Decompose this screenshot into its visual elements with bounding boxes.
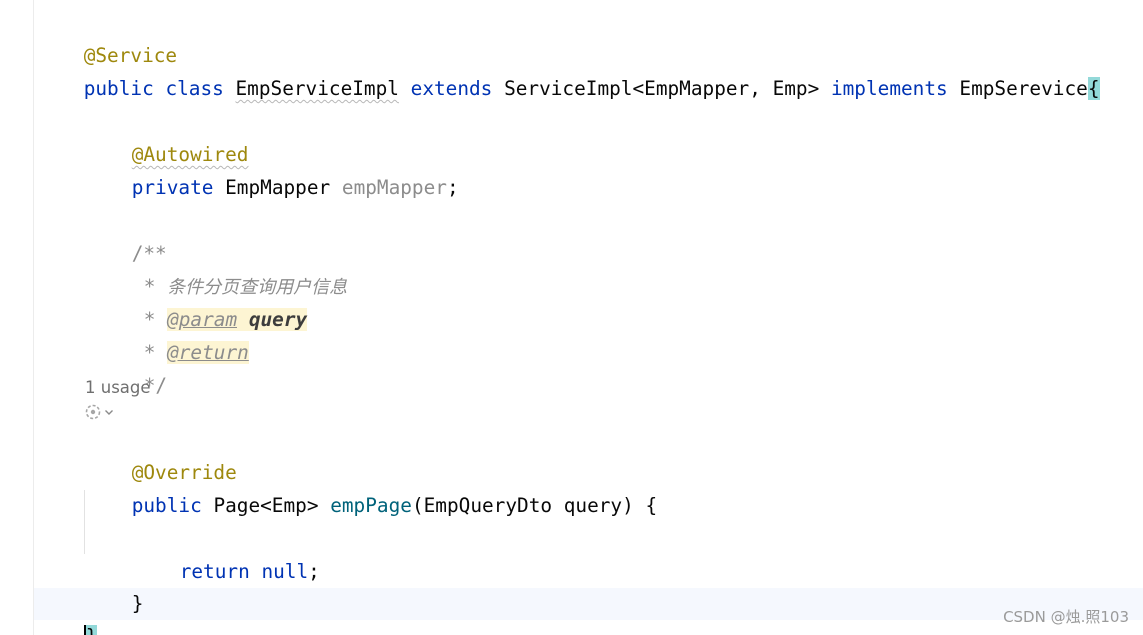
code-line-class-declaration[interactable]: public class EmpServiceImpl extends Serv…	[37, 41, 1100, 100]
method-close-signature: ) {	[622, 494, 658, 517]
class-close-brace-caret: }	[83, 625, 98, 635]
method-name: empPage	[330, 494, 412, 517]
field-type: EmpMapper	[225, 176, 331, 199]
field-name: empMapper	[341, 176, 447, 199]
keyword-extends: extends	[410, 77, 493, 100]
javadoc-param-name: query	[248, 308, 308, 331]
csdn-watermark: CSDN @烛.照103	[1003, 608, 1129, 626]
keyword-null: null	[261, 560, 309, 583]
usage-hint[interactable]: 1 usage	[85, 376, 151, 400]
current-line-highlight	[34, 588, 1143, 620]
keyword-public: public	[83, 77, 154, 100]
gutter-divider	[33, 0, 34, 635]
javadoc-description-line[interactable]: * 条件分页查询用户信息	[97, 239, 347, 298]
class-open-brace: {	[1087, 77, 1100, 100]
keyword-public: public	[131, 494, 202, 517]
keyword-private: private	[131, 176, 214, 199]
javadoc-return-line[interactable]: * @return	[97, 305, 249, 364]
javadoc-close[interactable]: */	[97, 338, 167, 397]
code-line-annotation-override[interactable]: @Override	[85, 425, 237, 484]
field-semicolon: ;	[446, 176, 459, 199]
code-line-method-signature[interactable]: public Page<Emp> empPage(EmpQueryDto que…	[85, 458, 657, 517]
javadoc-param-line[interactable]: * @param query	[97, 272, 308, 331]
code-editor[interactable]: @Service public class EmpServiceImpl ext…	[0, 0, 1143, 635]
code-line-field-declaration[interactable]: private EmpMapper empMapper;	[85, 140, 459, 199]
git-author-icon	[85, 404, 101, 420]
code-line-method-close[interactable]: }	[85, 556, 144, 615]
class-name: EmpServiceImpl	[235, 77, 399, 100]
param-name: query	[563, 494, 623, 517]
code-line-annotation-service[interactable]: @Service	[37, 8, 177, 67]
code-line-annotation-autowired[interactable]: @Autowired	[85, 107, 249, 166]
code-line-class-close[interactable]: }	[37, 589, 98, 635]
method-open-paren: (	[411, 494, 424, 517]
return-semicolon: ;	[308, 560, 320, 583]
super-type: ServiceImpl<EmpMapper, Emp>	[504, 77, 820, 100]
interface-name: EmpSerevice	[959, 77, 1088, 100]
keyword-implements: implements	[830, 77, 948, 100]
keyword-return: return	[179, 560, 250, 583]
javadoc-return-tag: @return	[167, 341, 249, 364]
javadoc-open[interactable]: /**	[85, 206, 167, 265]
keyword-class: class	[165, 77, 224, 100]
chevron-down-icon	[105, 410, 113, 415]
code-line-return-statement[interactable]: return null;	[133, 524, 320, 583]
method-close-brace: }	[131, 592, 144, 615]
author-hint-button[interactable]	[84, 401, 114, 423]
param-type: EmpQueryDto	[423, 494, 553, 517]
method-return-type: Page<Emp>	[213, 494, 319, 517]
